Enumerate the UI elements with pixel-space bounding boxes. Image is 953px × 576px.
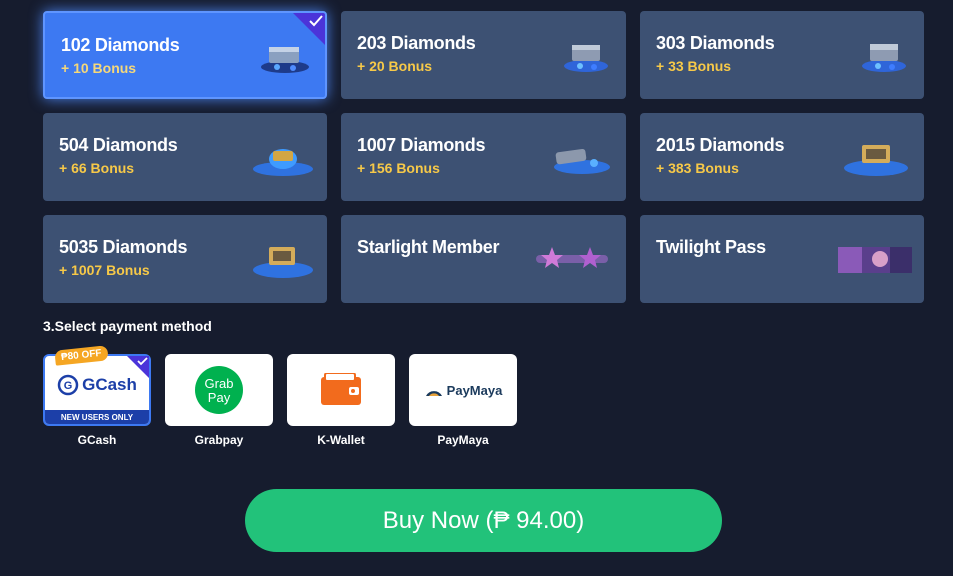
svg-text:Pay: Pay — [208, 390, 231, 405]
paymaya-icon — [425, 391, 442, 396]
package-card-102-diamonds[interactable]: 102 Diamonds + 10 Bonus — [43, 11, 327, 99]
gcash-logo: G GCash — [57, 374, 137, 396]
svg-text:Grab: Grab — [205, 376, 234, 391]
paymaya-tile[interactable]: PayMaya — [409, 354, 517, 426]
payment-methods: ₱80 OFF G GCash NEW USERS ONLY GCash Gra… — [43, 345, 517, 447]
package-bonus: + 66 Bonus — [59, 160, 135, 176]
package-bonus: + 33 Bonus — [656, 58, 732, 74]
kwallet-tile[interactable] — [287, 354, 395, 426]
package-card-twilight-pass[interactable]: Twilight Pass — [640, 215, 924, 303]
twilight-banner-icon — [838, 247, 912, 273]
selected-check-icon — [127, 356, 149, 378]
svg-text:G: G — [64, 380, 73, 392]
package-card-1007-diamonds[interactable]: 1007 Diamonds + 156 Bonus — [341, 113, 626, 201]
package-title: 303 Diamonds — [656, 33, 775, 53]
gcash-logo-text: GCash — [82, 375, 137, 394]
package-title: 203 Diamonds — [357, 33, 476, 53]
package-bonus: + 20 Bonus — [357, 58, 433, 74]
grabpay-tile[interactable]: Grab Pay — [165, 354, 273, 426]
payment-kwallet[interactable]: K-Wallet — [287, 354, 395, 447]
gcash-icon: G — [57, 374, 79, 396]
diamond-chest-icon — [844, 145, 908, 176]
grabpay-icon: Grab Pay — [195, 366, 243, 414]
package-title: 102 Diamonds — [61, 35, 180, 55]
payment-section-label: 3.Select payment method — [43, 318, 212, 334]
package-title: Starlight Member — [357, 237, 500, 257]
payment-name: Grabpay — [194, 433, 244, 447]
package-bonus: + 156 Bonus — [357, 160, 440, 176]
wallet-icon — [321, 373, 361, 405]
package-bonus: + 10 Bonus — [61, 60, 137, 76]
package-card-504-diamonds[interactable]: 504 Diamonds + 66 Bonus — [43, 113, 327, 201]
package-card-5035-diamonds[interactable]: 5035 Diamonds + 1007 Bonus — [43, 215, 327, 303]
new-users-band: NEW USERS ONLY — [45, 410, 149, 424]
payment-name: PayMaya — [437, 433, 489, 447]
package-card-203-diamonds[interactable]: 203 Diamonds + 20 Bonus — [341, 11, 626, 99]
diamond-chest-icon — [253, 247, 313, 278]
package-card-starlight-member[interactable]: Starlight Member — [341, 215, 626, 303]
buy-now-button[interactable]: Buy Now (₱ 94.00) — [245, 489, 722, 552]
promo-badge: ₱80 OFF — [54, 345, 109, 366]
payment-grabpay[interactable]: Grab Pay Grabpay — [165, 354, 273, 447]
package-card-303-diamonds[interactable]: 303 Diamonds + 33 Bonus — [640, 11, 924, 99]
diamond-chest-icon — [862, 44, 906, 72]
package-title: 5035 Diamonds — [59, 237, 188, 257]
package-bonus: + 1007 Bonus — [59, 262, 150, 278]
gcash-tile[interactable]: ₱80 OFF G GCash NEW USERS ONLY — [43, 345, 151, 426]
diamond-chest-icon — [564, 45, 608, 72]
package-card-2015-diamonds[interactable]: 2015 Diamonds + 383 Bonus — [640, 113, 924, 201]
diamond-pile-icon — [554, 148, 610, 174]
paymaya-logo-text: PayMaya — [446, 382, 503, 398]
payment-name: GCash — [77, 433, 117, 447]
package-grid: 102 Diamonds + 10 Bonus 203 Diamonds + 2… — [43, 11, 924, 303]
diamond-pile-icon — [253, 149, 313, 176]
starlight-icon — [536, 247, 608, 268]
package-title: Twilight Pass — [656, 237, 766, 257]
payment-name: K-Wallet — [317, 433, 365, 447]
package-title: 1007 Diamonds — [357, 135, 486, 155]
package-bonus: + 383 Bonus — [656, 160, 739, 176]
payment-gcash[interactable]: ₱80 OFF G GCash NEW USERS ONLY GCash — [43, 345, 151, 447]
package-title: 2015 Diamonds — [656, 135, 785, 155]
payment-paymaya[interactable]: PayMaya PayMaya — [409, 354, 517, 447]
diamond-chest-icon — [261, 47, 309, 73]
package-title: 504 Diamonds — [59, 135, 178, 155]
